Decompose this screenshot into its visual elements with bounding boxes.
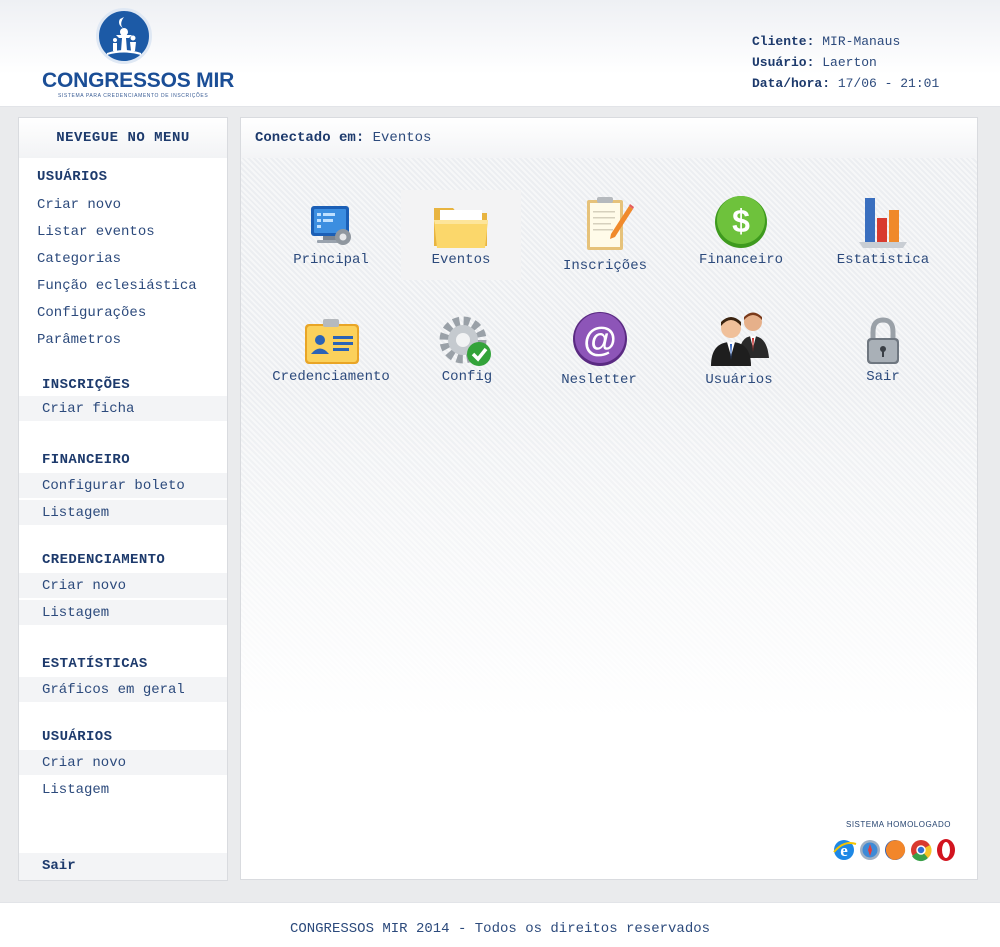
tile-inscricoes[interactable]: Inscrições [535, 190, 675, 280]
sidebar-item-criar-novo[interactable]: Criar novo [19, 573, 227, 600]
id-card-icon [301, 314, 361, 374]
sidebar-item-funcao-eclesiastica[interactable]: Função eclesiástica [19, 273, 227, 300]
logo-subtitle: SISTEMA PARA CREDENCIAMENTO DE INSCRIÇÕE… [58, 93, 209, 99]
dollar-icon: $ [711, 194, 771, 254]
tile-eventos[interactable]: Eventos [401, 190, 521, 280]
sidebar-item-graficos-em-geral[interactable]: Gráficos em geral [19, 677, 227, 704]
tile-label: Sair [866, 369, 900, 385]
footer: CONGRESSOS MIR 2014 - Todos os direitos … [0, 902, 1000, 947]
tile-credenciamento[interactable]: Credenciamento [261, 306, 401, 396]
sidebar-logout-link[interactable]: Sair [19, 853, 227, 880]
tile-label: Inscrições [562, 258, 647, 274]
shortcut-panel: Principal Eventos Inscrições $ Financeir… [241, 158, 977, 718]
tile-label: Financeiro [698, 252, 783, 268]
user-value: Laerton [822, 55, 877, 70]
sidebar-section-usuarios-2: USUÁRIOS Criar novo Listagem [19, 704, 227, 804]
monitor-gear-icon [301, 200, 361, 260]
sidebar-item-listar-eventos[interactable]: Listar eventos [19, 219, 227, 246]
sidebar-item-criar-ficha[interactable]: Criar ficha [19, 396, 227, 423]
tile-estatistica[interactable]: Estatistica [813, 190, 953, 280]
tile-usuarios[interactable]: Usuários [669, 306, 809, 396]
opera-icon [937, 839, 955, 861]
sidebar-title: NEVEGUE NO MENU [19, 118, 227, 158]
internet-explorer-icon: e [833, 840, 857, 860]
connected-label: Conectado em: [255, 130, 365, 146]
sidebar-item-criar-novo[interactable]: Criar novo [19, 750, 227, 777]
sidebar-item-listagem[interactable]: Listagem [19, 777, 227, 804]
session-info: Cliente: MIR-Manaus Usuário: Laerton Dat… [752, 31, 939, 94]
chrome-icon [911, 840, 932, 862]
client-label: Cliente: [752, 34, 815, 49]
padlock-icon [853, 314, 913, 374]
users-icon [707, 308, 769, 368]
tile-label: Nesletter [561, 372, 637, 388]
sidebar-section-heading: USUÁRIOS [37, 169, 108, 185]
tile-label: Usuários [705, 372, 773, 388]
tile-sair[interactable]: Sair [813, 306, 953, 396]
firefox-icon [885, 840, 906, 860]
sidebar-item-categorias[interactable]: Categorias [19, 246, 227, 273]
tile-label: Eventos [431, 252, 491, 268]
connected-value: Eventos [372, 130, 432, 146]
sidebar-menu: NEVEGUE NO MENU USUÁRIOS Criar novo List… [18, 117, 228, 881]
sidebar-section-heading: ESTATÍSTICAS [42, 656, 148, 672]
main-content: Conectado em: Eventos Principal Eventos … [240, 117, 978, 880]
logo-title: CONGRESSOS MIR [42, 69, 235, 92]
sidebar-item-listagem[interactable]: Listagem [19, 500, 227, 527]
sidebar-item-configurar-boleto[interactable]: Configurar boleto [19, 473, 227, 500]
sidebar-section-heading: CREDENCIAMENTO [42, 552, 166, 568]
connection-bar: Conectado em: Eventos [241, 118, 977, 158]
homologated-text: SISTEMA HOMOLOGADO [846, 820, 952, 829]
notepad-pencil-icon [575, 194, 635, 254]
svg-text:$: $ [732, 203, 750, 239]
sidebar-item-criar-novo[interactable]: Criar novo [19, 192, 227, 219]
header: CONGRESSOS MIR SISTEMA PARA CREDENCIAMEN… [0, 0, 1000, 107]
tile-principal[interactable]: Principal [261, 190, 401, 280]
datetime-label: Data/hora: [752, 76, 831, 91]
tile-label: Config [441, 369, 493, 385]
tile-label: Principal [293, 252, 369, 268]
datetime-row: Data/hora: 17/06 - 21:01 [752, 73, 939, 94]
sidebar-section-credenciamento: CREDENCIAMENTO Criar novo Listagem [19, 527, 227, 627]
tile-financeiro[interactable]: $ Financeiro [671, 190, 811, 280]
sidebar-section-heading: INSCRIÇÕES [42, 377, 131, 393]
tile-label: Estatistica [836, 252, 930, 268]
folder-icon [431, 198, 491, 258]
sidebar-section-heading: FINANCEIRO [42, 452, 131, 468]
tile-label: Credenciamento [272, 369, 390, 385]
bar-chart-icon [853, 194, 913, 254]
sidebar-section-usuarios: USUÁRIOS Criar novo Listar eventos Categ… [19, 158, 227, 354]
gear-check-icon [437, 314, 497, 374]
tile-config[interactable]: Config [397, 306, 537, 396]
user-row: Usuário: Laerton [752, 52, 939, 73]
svg-text:@: @ [583, 321, 616, 359]
sidebar-section-heading: USUÁRIOS [42, 729, 113, 745]
tile-nesletter[interactable]: @ Nesletter [529, 306, 669, 396]
client-row: Cliente: MIR-Manaus [752, 31, 939, 52]
safari-icon [860, 840, 880, 860]
client-value: MIR-Manaus [822, 34, 901, 49]
logo[interactable]: CONGRESSOS MIR SISTEMA PARA CREDENCIAMEN… [40, 6, 235, 100]
sidebar-section-inscricoes: INSCRIÇÕES Criar ficha [19, 354, 227, 423]
sidebar-section-financeiro: FINANCEIRO Configurar boleto Listagem [19, 423, 227, 527]
sidebar-section-estatisticas: ESTATÍSTICAS Gráficos em geral [19, 627, 227, 704]
footer-text: CONGRESSOS MIR 2014 - Todos os direitos … [289, 921, 711, 937]
sidebar-item-listagem[interactable]: Listagem [19, 600, 227, 627]
logo-emblem-icon [96, 8, 152, 64]
datetime-value: 17/06 - 21:01 [837, 76, 940, 91]
sidebar-item-parametros[interactable]: Parâmetros [19, 327, 227, 354]
browser-icons: e [832, 836, 962, 869]
at-sign-icon: @ [572, 311, 632, 371]
user-label: Usuário: [752, 55, 815, 70]
sidebar-item-configuracoes[interactable]: Configurações [19, 300, 227, 327]
homologated-badge: SISTEMA HOMOLOGADO e [832, 820, 962, 862]
